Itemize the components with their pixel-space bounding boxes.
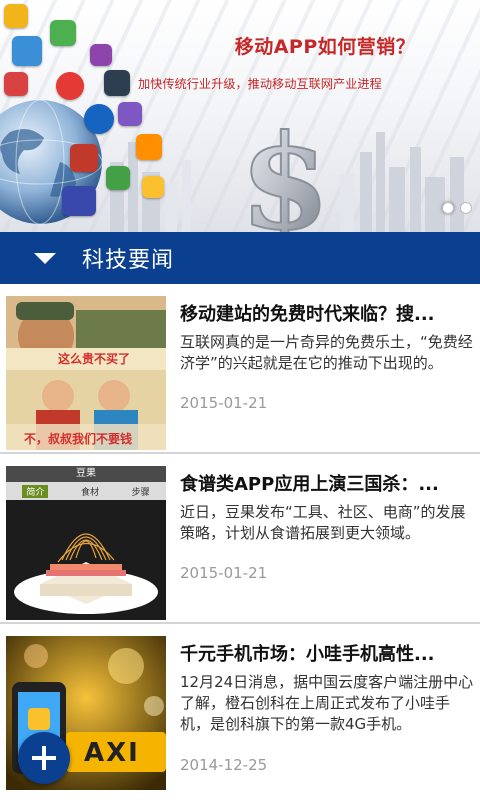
poster-caption-bottom: 不，叔叔我们不要钱 — [24, 432, 133, 446]
app-tile-icon — [50, 20, 76, 46]
app-tile-icon — [142, 176, 164, 198]
app-tile-icon — [56, 72, 84, 100]
caret-down-icon[interactable] — [34, 252, 56, 264]
taxi-sign-text: AXI — [84, 738, 140, 768]
news-title[interactable]: 千元手机市场：小哇手机高性... — [180, 640, 472, 666]
poster-illustration — [6, 296, 166, 450]
news-item[interactable]: AXI 千元手机市场：小哇手机高性... 12月24日消息，据中国云度客户端注册… — [0, 624, 480, 800]
app-tile-icon — [106, 166, 130, 190]
news-item[interactable]: 这么贵不买了 不，叔叔我们不要钱 移动建站的免费时代来临？搜... 互联网真的是… — [0, 284, 480, 454]
dish-illustration — [6, 500, 166, 620]
poster-caption-top: 这么贵不买了 — [58, 352, 131, 366]
news-list: 这么贵不买了 不，叔叔我们不要钱 移动建站的免费时代来临？搜... 互联网真的是… — [0, 284, 480, 800]
app-tile-icon — [84, 104, 114, 134]
app-tile-icon — [4, 4, 28, 28]
banner-subtitle: 加快传统行业升级，推动移动互联网产业进程 — [138, 77, 382, 91]
news-summary: 12月24日消息，据中国云度客户端注册中心了解，橙石创科在上周正式发布了小哇手机… — [180, 673, 474, 733]
news-thumbnail-recipe-app: 豆果 简介 食材 步骤 — [6, 466, 166, 620]
app-tile-icon — [4, 72, 28, 96]
news-date: 2015-01-21 — [180, 394, 268, 412]
news-title[interactable]: 食谱类APP应用上演三国杀：... — [180, 470, 472, 496]
app-tile-icon — [118, 102, 142, 126]
news-summary: 近日，豆果发布“工具、社区、电商”的发展策略，计划从食谱拓展到更大领域。 — [180, 503, 466, 542]
app-tile-icon — [104, 70, 130, 96]
app-tile-icon — [70, 144, 98, 172]
news-date: 2015-01-21 — [180, 564, 268, 582]
section-header[interactable]: 科技要闻 — [0, 232, 480, 284]
app-tile-icon — [62, 186, 96, 216]
plus-icon — [32, 746, 56, 770]
news-summary: 互联网真的是一片奇异的免费乐土，“免费经济学”的兴起就是在它的推动下出现的。 — [180, 333, 473, 372]
app-tile-icon — [136, 134, 162, 160]
section-title: 科技要闻 — [82, 248, 175, 273]
news-thumbnail-poster: 这么贵不买了 不，叔叔我们不要钱 — [6, 296, 166, 450]
recipe-app-tabs: 简介 食材 步骤 — [6, 482, 166, 500]
recipe-tab: 简介 — [22, 484, 49, 498]
app-tile-icon — [90, 44, 112, 66]
app-tile-icon — [12, 36, 42, 66]
svg-text:$: $ — [240, 120, 330, 232]
banner-pager-dot-active[interactable] — [442, 202, 454, 214]
banner-title: 移动APP如何营销？ — [234, 36, 416, 58]
banner-pager-dot[interactable] — [460, 202, 472, 214]
news-title[interactable]: 移动建站的免费时代来临？搜... — [180, 300, 472, 326]
recipe-app-header: 豆果 — [6, 466, 166, 482]
recipe-app-name: 豆果 — [76, 468, 96, 479]
recipe-tab: 食材 — [80, 487, 99, 498]
recipe-tab: 步骤 — [131, 487, 150, 498]
promo-banner[interactable]: $ 移动APP如何营销？ 加快传统行业升级，推动移动互联网产业进程 — [0, 0, 480, 232]
news-item[interactable]: 豆果 简介 食材 步骤 食谱类APP应用上演三国杀：... 近日，豆果发布“工具… — [0, 454, 480, 624]
dollar-sign-illustration: $ — [239, 120, 331, 232]
news-date: 2014-12-25 — [180, 756, 268, 774]
add-button[interactable] — [18, 732, 70, 784]
